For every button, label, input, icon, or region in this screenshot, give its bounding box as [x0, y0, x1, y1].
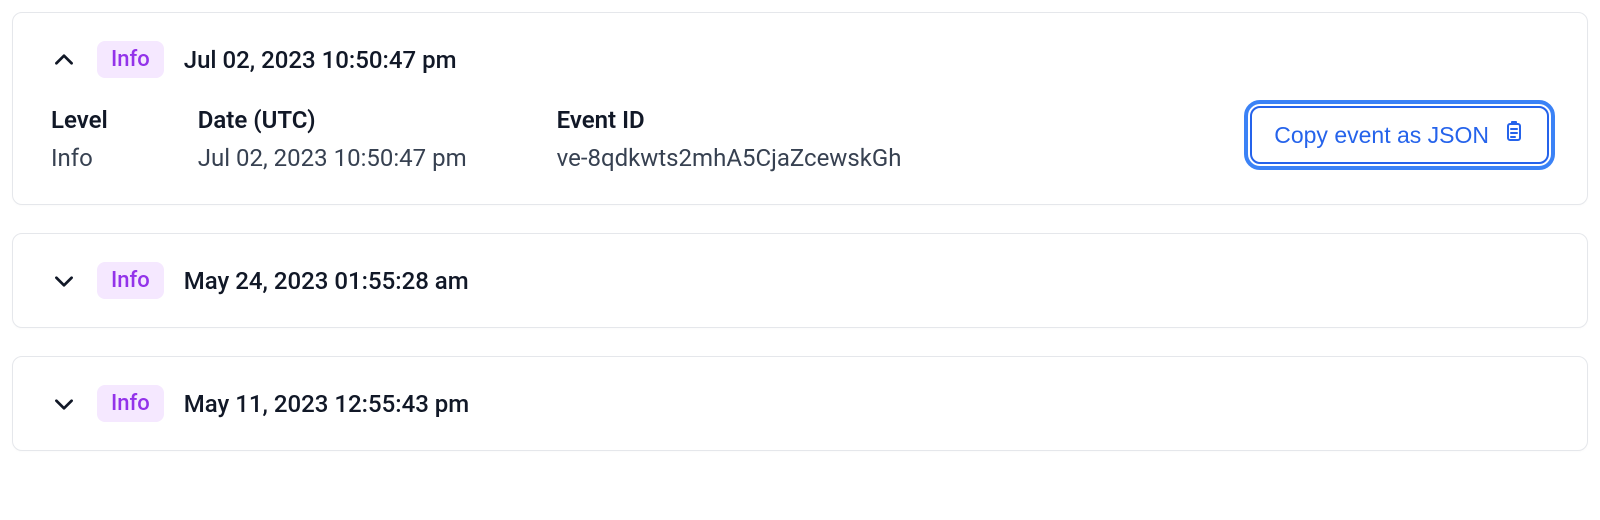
event-row-header[interactable]: Info May 24, 2023 01:55:28 am: [13, 234, 1587, 327]
event-row: Info May 11, 2023 12:55:43 pm: [12, 356, 1588, 451]
event-timestamp: May 24, 2023 01:55:28 am: [184, 267, 469, 295]
detail-label-level: Level: [51, 106, 108, 134]
detail-value-level: Info: [51, 144, 108, 172]
level-badge: Info: [97, 385, 164, 422]
event-row: Info May 24, 2023 01:55:28 am: [12, 233, 1588, 328]
level-badge: Info: [97, 41, 164, 78]
detail-value-event-id: ve-8qdkwts2mhA5CjaZcewskGh: [557, 144, 902, 172]
event-details: Level Info Date (UTC) Jul 02, 2023 10:50…: [13, 106, 1587, 204]
copy-button-label: Copy event as JSON: [1274, 122, 1489, 149]
clipboard-icon: [1501, 120, 1525, 150]
event-row-header[interactable]: Info May 11, 2023 12:55:43 pm: [13, 357, 1587, 450]
event-row: Info Jul 02, 2023 10:50:47 pm Level Info…: [12, 12, 1588, 205]
event-details-columns: Level Info Date (UTC) Jul 02, 2023 10:50…: [51, 106, 901, 172]
event-timestamp: May 11, 2023 12:55:43 pm: [184, 390, 469, 418]
level-badge: Info: [97, 262, 164, 299]
chevron-up-icon: [51, 47, 77, 73]
copy-event-json-button[interactable]: Copy event as JSON: [1250, 106, 1549, 164]
chevron-down-icon: [51, 268, 77, 294]
detail-label-event-id: Event ID: [557, 106, 902, 134]
event-row-header[interactable]: Info Jul 02, 2023 10:50:47 pm: [13, 13, 1587, 106]
event-timestamp: Jul 02, 2023 10:50:47 pm: [184, 46, 457, 74]
detail-event-id: Event ID ve-8qdkwts2mhA5CjaZcewskGh: [557, 106, 902, 172]
detail-value-date: Jul 02, 2023 10:50:47 pm: [198, 144, 467, 172]
detail-date: Date (UTC) Jul 02, 2023 10:50:47 pm: [198, 106, 467, 172]
chevron-down-icon: [51, 391, 77, 417]
detail-label-date: Date (UTC): [198, 106, 467, 134]
detail-level: Level Info: [51, 106, 108, 172]
